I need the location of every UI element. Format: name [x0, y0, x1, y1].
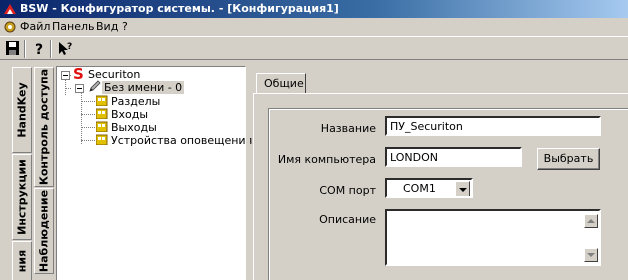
save-icon[interactable] — [4, 40, 22, 57]
left-tab-strip: HandKey Контроль доступа Инструкции Набл… — [0, 60, 56, 280]
computer-name-input[interactable]: LONDON — [385, 147, 522, 167]
tab-handkey-label: HandKey — [15, 82, 29, 138]
menu-view[interactable]: Вид — [96, 20, 118, 33]
toolbar-separator — [50, 40, 52, 58]
com-port-select[interactable]: COM1 — [385, 178, 473, 198]
group-icon — [96, 95, 108, 106]
tab-instructions-label: Инструкции — [15, 159, 29, 235]
scroll-down-icon[interactable] — [584, 248, 598, 262]
tree-item-notification-devices-label: Устройства оповещения — [111, 134, 253, 147]
tab-general-label: Общие — [264, 77, 304, 90]
tab-access-control-label: Контроль доступа — [37, 68, 51, 186]
title-bar[interactable]: BSW - Конфигуратор системы. - [Конфигура… — [0, 0, 628, 18]
choose-computer-button[interactable]: Выбрать — [537, 148, 600, 170]
description-textarea[interactable] — [385, 209, 601, 266]
tree-item-sections[interactable]: Разделы — [109, 95, 162, 108]
com-port-label: COM порт — [319, 184, 376, 197]
name-label: Название — [320, 122, 376, 135]
app-icon — [4, 4, 16, 14]
name-input[interactable]: ПУ_Securiton — [385, 116, 601, 136]
description-label: Описание — [319, 213, 376, 226]
menu-file[interactable]: Файл — [20, 20, 50, 33]
menu-bar: Файл Панель Вид ? — [0, 18, 628, 36]
inputs-icon — [96, 108, 108, 119]
tab-surveillance[interactable]: Наблюдение — [34, 188, 54, 274]
toolbar: ? ? — [0, 36, 628, 60]
tree-item-inputs[interactable]: Входы — [109, 108, 150, 121]
tree-item-inputs-label: Входы — [111, 108, 149, 121]
tree-item-notification-devices[interactable]: Устройства оповещения — [109, 134, 254, 147]
toolbar-separator — [24, 40, 26, 58]
svg-text:S: S — [73, 66, 84, 80]
tab-partial-label: ния — [15, 249, 29, 273]
securiton-logo-icon: S — [73, 66, 84, 80]
chevron-down-icon[interactable] — [455, 181, 470, 196]
svg-text:?: ? — [35, 42, 43, 57]
tab-access-control[interactable]: Контроль доступа — [34, 67, 54, 187]
context-help-icon[interactable]: ? — [56, 40, 74, 57]
menu-help[interactable]: ? — [122, 20, 128, 33]
help-icon[interactable]: ? — [30, 40, 48, 57]
tab-instructions[interactable]: Инструкции — [12, 154, 32, 240]
tab-general[interactable]: Общие — [256, 73, 306, 93]
tree-node-item[interactable]: Без имени - 0 — [102, 81, 185, 94]
window-title: BSW - Конфигуратор системы. - [Конфигура… — [20, 2, 339, 15]
splitter[interactable] — [246, 60, 250, 280]
document-system-icon[interactable] — [3, 20, 17, 34]
tab-handkey[interactable]: HandKey — [12, 67, 32, 153]
tab-surveillance-label: Наблюдение — [37, 189, 51, 273]
pencil-icon — [89, 80, 101, 92]
computer-name-label: Имя компьютера — [277, 153, 376, 166]
com-port-value: COM1 — [403, 182, 436, 195]
menu-panel[interactable]: Панель — [52, 20, 95, 33]
collapse-node-toggle[interactable] — [75, 84, 84, 93]
notification-devices-icon — [96, 134, 108, 145]
collapse-root-toggle[interactable] — [61, 71, 70, 80]
tree-item-sections-label: Разделы — [111, 95, 161, 108]
scroll-up-icon[interactable] — [584, 214, 598, 228]
tree-view[interactable]: S Securiton Без имени - 0 Разделы Входы … — [56, 66, 252, 280]
tree-item-outputs[interactable]: Выходы — [109, 121, 159, 134]
tree-item-outputs-label: Выходы — [111, 121, 157, 134]
outputs-icon — [96, 121, 108, 132]
tree-node-label: Без имени - 0 — [102, 81, 185, 94]
svg-text:?: ? — [67, 42, 72, 52]
tab-partial[interactable]: ния — [12, 241, 32, 280]
